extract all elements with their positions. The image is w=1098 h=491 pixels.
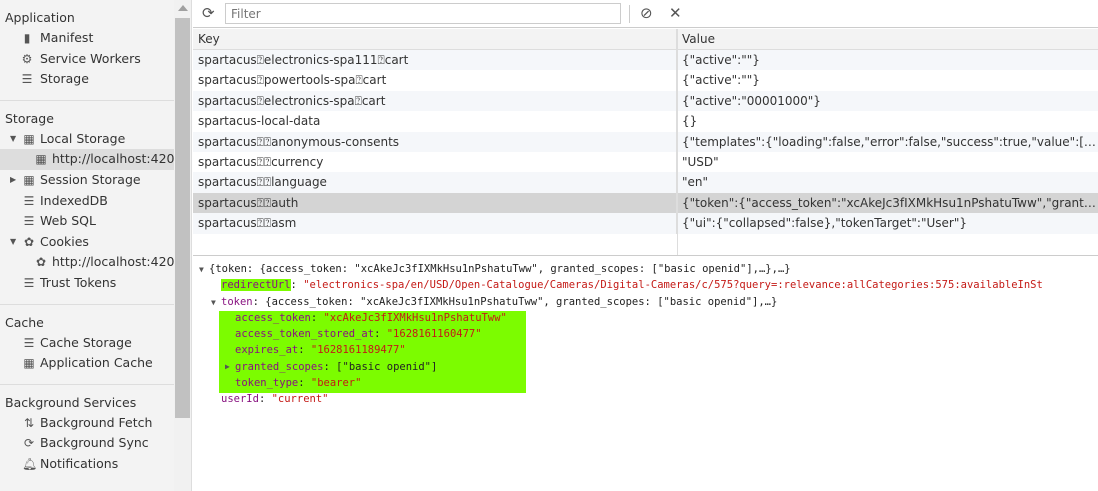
section-application: Application [5, 10, 75, 25]
storage-table: Key Value spartacus⍰electronics-spa111⍰c… [193, 29, 1098, 256]
value-cell[interactable]: {"ui":{"collapsed":false},"tokenTarget":… [677, 213, 1098, 233]
token-field: access_token_stored_at: "1628161160477" [235, 328, 482, 341]
value-cell[interactable]: "en" [677, 172, 1098, 192]
scroll-up-icon[interactable] [178, 5, 188, 11]
expand-arrow-icon[interactable]: ▼ [199, 262, 209, 278]
value-cell[interactable]: {"token":{"access_token":"xcAkeJc3fIXMkH… [677, 193, 1098, 213]
token-property[interactable]: ▼ token: {access_token: "xcAkeJc3fIXMkHsu… [193, 294, 1098, 310]
value-cell[interactable]: "USD" [677, 152, 1098, 172]
database-icon: ☰ [23, 275, 35, 290]
sidebar-item-background-sync[interactable]: ⟳ Background Sync [0, 433, 174, 454]
clear-all-icon[interactable]: ⊘ [640, 4, 653, 22]
value-cell[interactable]: {"active":""} [677, 70, 1098, 90]
key-cell[interactable]: spartacus⍰⍰language [193, 172, 677, 193]
sidebar-item-cookies[interactable]: ▼ ✿ Cookies [0, 232, 174, 253]
key-cell[interactable]: spartacus⍰electronics-spa111⍰cart [193, 50, 677, 71]
sidebar-item-session-storage[interactable]: ▶ ▦ Session Storage [0, 170, 174, 191]
key-cell[interactable]: spartacus⍰⍰anonymous-consents [193, 131, 677, 152]
expand-arrow-icon[interactable]: ▶ [225, 359, 235, 375]
root-object[interactable]: ▼ {token: {access_token: "xcAkeJc3fIXMkHs… [193, 261, 1098, 277]
value-cell[interactable]: {"templates":{"loading":false,"error":fa… [677, 132, 1098, 152]
sidebar-item-service-workers[interactable]: ⚙ Service Workers [0, 49, 174, 70]
token-field: expires_at: "1628161189477" [235, 344, 406, 357]
sidebar-item-manifest[interactable]: ▮ Manifest [0, 28, 174, 49]
section-storage: Storage [5, 110, 54, 126]
table-row[interactable]: spartacus⍰⍰language "en" [193, 172, 1098, 193]
cookie-icon: ✿ [35, 255, 47, 270]
expand-arrow-icon[interactable]: ▼ [10, 232, 16, 253]
database-icon: ☰ [23, 214, 35, 229]
table-row[interactable]: spartacus⍰⍰auth {"token":{"access_token":… [193, 192, 1098, 214]
toolbar-divider [629, 5, 630, 23]
token-field: token_type: "bearer" [235, 377, 362, 390]
section-background-services: Background Services [5, 394, 137, 410]
table-row[interactable]: spartacus⍰powertools-spa⍰cart {"active":"… [193, 70, 1098, 91]
sidebar-item-cache-storage[interactable]: ☰ Cache Storage [0, 333, 174, 354]
expand-arrow-icon[interactable]: ▼ [10, 129, 16, 150]
sidebar-item-indexeddb[interactable]: ☰ IndexedDB [0, 191, 174, 212]
table-row[interactable]: spartacus⍰⍰anonymous-consents {"templates… [193, 131, 1098, 152]
sidebar-scrollbar-thumb[interactable] [175, 18, 190, 418]
sync-icon: ⟳ [23, 436, 35, 451]
value-preview: ▼ {token: {access_token: "xcAkeJc3fIXMkHs… [193, 261, 1098, 408]
up-down-arrows-icon: ⇅ [23, 415, 35, 430]
key-cell[interactable]: spartacus⍰⍰asm [193, 213, 677, 234]
value-cell[interactable]: {"active":""} [677, 50, 1098, 70]
key-cell[interactable]: spartacus⍰⍰auth [193, 192, 677, 214]
cookie-icon: ✿ [23, 234, 35, 249]
database-icon: ☰ [23, 193, 35, 208]
token-field: access_token: "xcAkeJc3fIXMkHsu1nPshatuT… [235, 311, 507, 324]
sidebar-item-websql[interactable]: ☰ Web SQL [0, 211, 174, 232]
toolbar: ⟳ ⊘ ✕ [193, 0, 1098, 28]
gear-icon: ⚙ [21, 51, 33, 66]
collapse-arrow-icon[interactable]: ▶ [10, 170, 16, 191]
key-cell[interactable]: spartacus⍰⍰currency [193, 151, 677, 173]
sidebar-item-local-origin[interactable]: ▦ http://localhost:4200 [0, 149, 174, 170]
value-cell[interactable]: {} [677, 111, 1098, 131]
sidebar-item-cookies-origin[interactable]: ✿ http://localhost:4200 [0, 252, 174, 273]
sidebar-item-local-storage[interactable]: ▼ ▦ Local Storage [0, 129, 174, 150]
redirect-url-property: redirectUrl: "electronics-spa/en/USD/Ope… [221, 279, 1043, 292]
column-header-value[interactable]: Value [677, 29, 1098, 49]
table-row[interactable]: spartacus⍰electronics-spa111⍰cart {"activ… [193, 50, 1098, 71]
section-cache: Cache [5, 314, 44, 330]
table-header: Key Value [193, 29, 1098, 50]
sidebar-item-trust-tokens[interactable]: ☰ Trust Tokens [0, 273, 174, 294]
expand-arrow-icon[interactable]: ▼ [211, 295, 221, 311]
database-icon: ☰ [23, 335, 35, 350]
column-header-key[interactable]: Key [193, 29, 677, 49]
database-icon: ☰ [21, 72, 33, 87]
filter-input[interactable] [225, 3, 621, 24]
value-cell[interactable]: {"active":"00001000"} [677, 91, 1098, 111]
sidebar-item-application-cache[interactable]: ▦ Application Cache [0, 353, 174, 374]
bell-icon: 🔔︎ [22, 456, 38, 471]
key-cell[interactable]: spartacus⍰powertools-spa⍰cart [193, 70, 677, 91]
table-row[interactable]: spartacus⍰⍰currency "USD" [193, 151, 1098, 173]
table-row[interactable]: spartacus⍰electronics-spa⍰cart {"active":… [193, 90, 1098, 112]
sidebar-item-background-fetch[interactable]: ⇅ Background Fetch [0, 413, 174, 434]
table-row[interactable]: spartacus-local-data{} [193, 111, 1098, 132]
table-row[interactable]: spartacus⍰⍰asm {"ui":{"collapsed":false},… [193, 213, 1098, 234]
main-panel: ⟳ ⊘ ✕ Key Value spartacus⍰electronics-sp… [193, 0, 1098, 491]
sidebar-item-storage[interactable]: ☰ Storage [0, 69, 174, 90]
token-field: ▶ granted_scopes: ["basic openid"] [193, 359, 1098, 375]
grid-icon: ▦ [23, 356, 35, 371]
refresh-icon[interactable]: ⟳ [202, 4, 215, 22]
key-cell[interactable]: spartacus-local-data [193, 111, 677, 132]
userid-property: userId: "current" [221, 393, 329, 406]
sidebar: Application ▮ Manifest ⚙ Service Workers ☰… [0, 0, 174, 491]
key-cell[interactable]: spartacus⍰electronics-spa⍰cart [193, 90, 677, 112]
grid-icon: ▦ [23, 131, 35, 146]
grid-icon: ▦ [23, 172, 35, 187]
grid-icon: ▦ [35, 152, 47, 167]
file-icon: ▮ [23, 31, 31, 45]
delete-selected-icon[interactable]: ✕ [669, 4, 682, 22]
sidebar-item-notifications[interactable]: 🔔︎ Notifications [0, 454, 174, 475]
